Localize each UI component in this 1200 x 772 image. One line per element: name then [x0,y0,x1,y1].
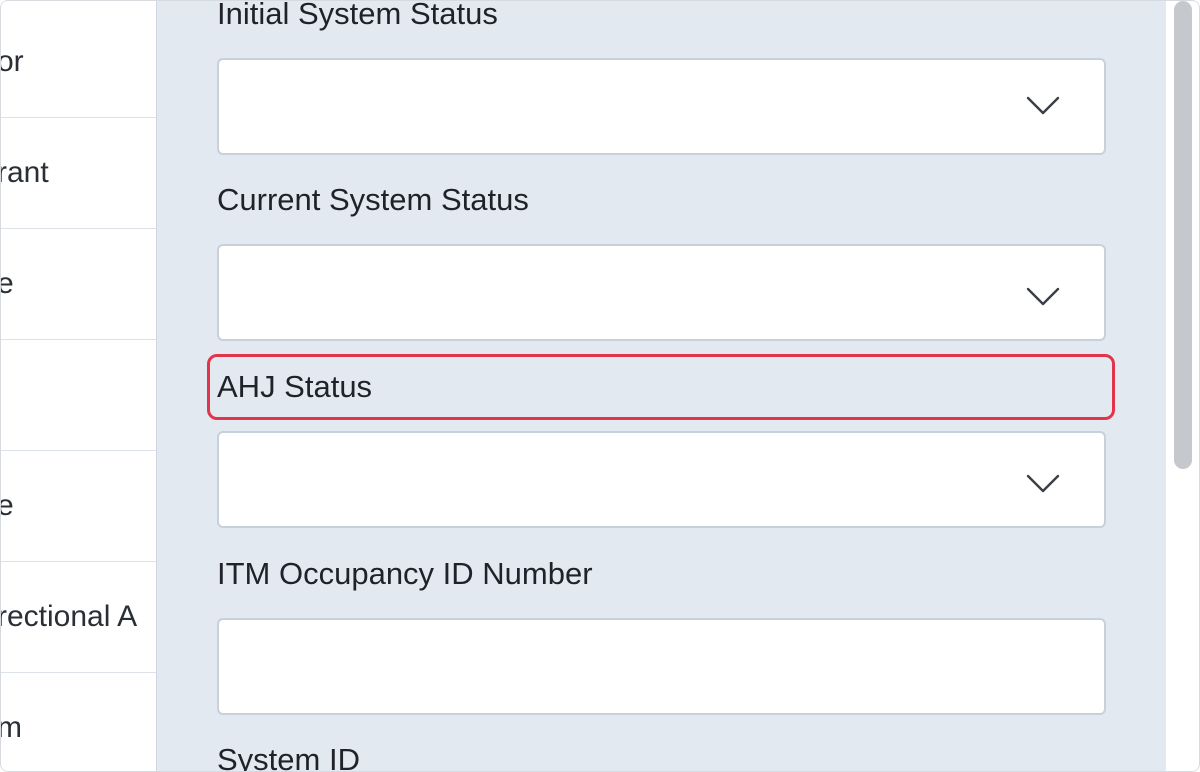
initial-system-status-label: Initial System Status [217,0,498,31]
list-item[interactable]: rectional A [1,562,156,673]
left-list: or rant e e rectional A m [1,1,156,771]
detail-panel: Initial System Status Current System Sta… [156,0,1166,772]
list-item[interactable] [1,340,156,451]
chevron-down-icon [1026,96,1060,115]
current-system-status-label: Current System Status [217,182,529,217]
system-id-label: System ID [217,742,360,772]
scrollbar-thumb[interactable] [1174,1,1192,469]
chevron-down-icon [1026,287,1060,306]
window-frame: or rant e e rectional A m Initial System… [0,0,1200,772]
list-item-label: or [1,45,24,78]
itm-occupancy-id-label: ITM Occupancy ID Number [217,556,593,591]
current-system-status-select[interactable] [217,244,1106,341]
ahj-status-select[interactable] [217,431,1106,528]
list-item-label: rant [1,156,49,189]
chevron-down-icon [1026,474,1060,493]
list-item[interactable]: rant [1,118,156,229]
list-item-label: e [1,489,14,523]
list-item[interactable]: e [1,451,156,562]
list-item-label: m [1,711,22,745]
list-item-label: e [1,267,14,301]
list-item[interactable]: e [1,229,156,340]
list-item-label: rectional A [1,600,138,633]
ahj-status-label: AHJ Status [217,369,373,404]
itm-occupancy-id-input[interactable] [217,618,1106,715]
initial-system-status-select[interactable] [217,58,1106,155]
list-item[interactable]: m [1,673,156,771]
list-item[interactable]: or [1,7,156,118]
